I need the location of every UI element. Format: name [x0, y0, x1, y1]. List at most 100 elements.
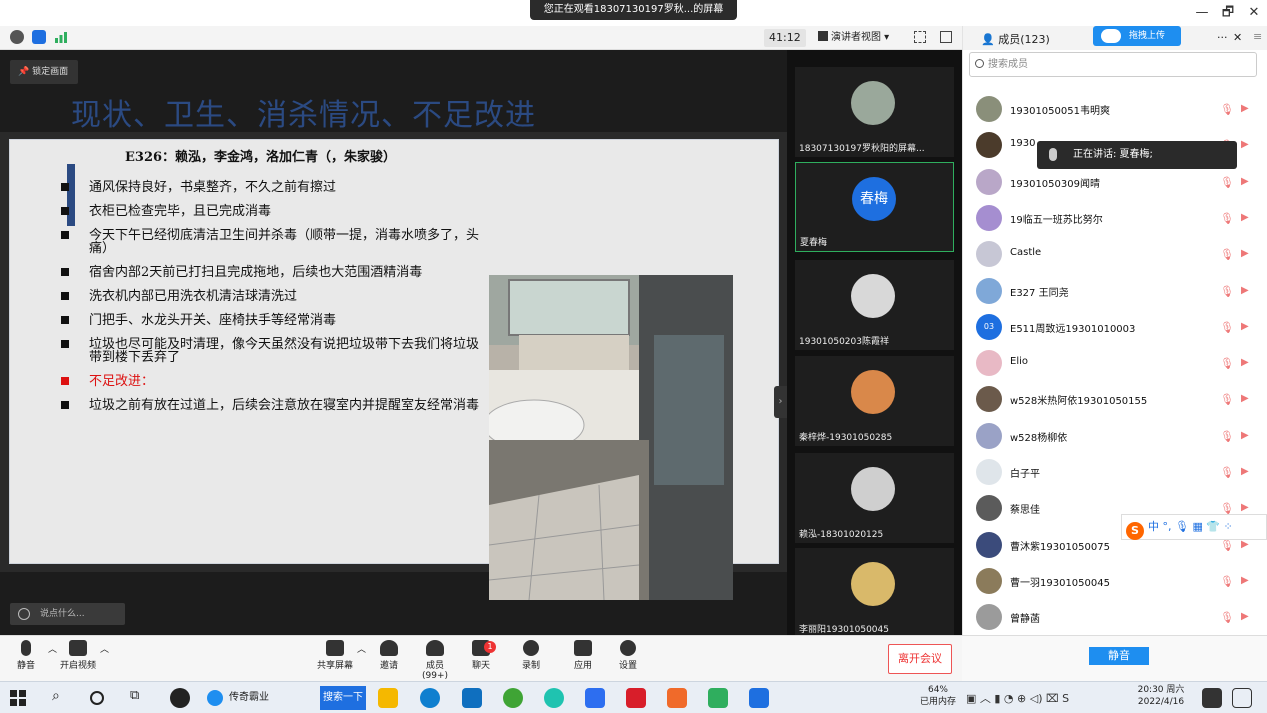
camera-off-icon[interactable]: ▶ — [1241, 176, 1249, 187]
video-tile[interactable]: 李丽阳19301050045 — [795, 548, 954, 638]
member-row[interactable]: Elio 🎙 ▶ — [963, 346, 1267, 382]
member-row[interactable]: 白子平 🎙 ▶ — [963, 455, 1267, 491]
mic-muted-icon[interactable]: 🎙 — [1220, 212, 1234, 225]
action-center-icon[interactable] — [1232, 688, 1252, 708]
video-tile[interactable]: 秦梓烨-19301050285 — [795, 356, 954, 446]
video-tile[interactable]: 18307130197罗秋阳的屏幕... — [795, 67, 954, 157]
camera-off-icon[interactable]: ▶ — [1241, 611, 1249, 622]
ie-icon[interactable] — [503, 688, 523, 708]
mic-muted-icon[interactable]: 🎙 — [1220, 357, 1234, 370]
member-row[interactable]: Castle 🎙 ▶ — [963, 237, 1267, 273]
chat-input-hint[interactable]: 说点什么... — [10, 603, 125, 625]
ime-toolbar[interactable]: S 中 °, 🎙 ▦ 👕 ⁘ — [1121, 514, 1267, 540]
camera-off-icon[interactable]: ▶ — [1241, 139, 1249, 150]
taskbar-search-button[interactable]: 搜索一下 — [320, 686, 366, 710]
mic-muted-icon[interactable]: 🎙 — [1220, 321, 1234, 334]
fullscreen-icon[interactable] — [914, 31, 926, 43]
mic-muted-icon[interactable]: 🎙 — [1220, 285, 1234, 298]
layout-icon[interactable] — [940, 31, 952, 43]
netease-music-icon[interactable] — [626, 688, 646, 708]
collapse-strip-button[interactable]: › — [774, 386, 787, 418]
member-row[interactable]: 19301050051韦明爽 🎙 ▶ — [963, 92, 1267, 128]
camera-off-icon[interactable]: ▶ — [1241, 393, 1249, 404]
system-clock[interactable]: 20:30 周六 2022/4/16 — [1130, 684, 1192, 708]
member-row[interactable]: 曹一羽19301050045 🎙 ▶ — [963, 564, 1267, 600]
windows-start-icon[interactable] — [10, 690, 26, 706]
camera-off-icon[interactable]: ▶ — [1241, 103, 1249, 114]
memory-usage[interactable]: 64% 已用内存 — [916, 684, 960, 708]
cortana-icon[interactable] — [90, 691, 104, 705]
lock-view-button[interactable]: 📌 锁定画面 — [10, 60, 79, 84]
mute-all-button[interactable]: 静音 — [1089, 647, 1149, 665]
mic-muted-icon[interactable]: 🎙 — [1220, 539, 1234, 552]
share-options-icon[interactable]: ︿ — [357, 642, 366, 655]
viewing-banner[interactable]: 您正在观看18307130197罗秋...的屏幕 — [530, 0, 737, 20]
settings-button[interactable]: 设置 — [606, 640, 650, 671]
notification-badge-icon[interactable] — [1202, 688, 1222, 708]
video-options-icon[interactable]: ︿ — [100, 642, 109, 655]
camera-off-icon[interactable]: ▶ — [1241, 285, 1249, 296]
camera-off-icon[interactable]: ▶ — [1241, 575, 1249, 586]
mic-muted-icon[interactable]: 🎙 — [1220, 393, 1234, 406]
menu-icon[interactable]: ≡ — [1253, 30, 1262, 43]
camera-off-icon[interactable]: ▶ — [1241, 502, 1249, 513]
signal-icon[interactable] — [54, 30, 68, 44]
mic-muted-icon[interactable]: 🎙 — [1220, 248, 1234, 261]
member-row[interactable]: 19301050309闻晴 🎙 ▶ — [963, 165, 1267, 201]
members-button[interactable]: 成员(99+) — [413, 640, 457, 681]
mail-icon[interactable] — [462, 688, 482, 708]
wechat-icon[interactable] — [708, 688, 728, 708]
edge-icon[interactable] — [420, 688, 440, 708]
member-row[interactable]: 曾静菡 🎙 ▶ — [963, 600, 1267, 636]
browser-360-icon[interactable] — [544, 688, 564, 708]
camera-off-icon[interactable]: ▶ — [1241, 321, 1249, 332]
share-screen-button[interactable]: 共享屏幕 — [313, 640, 357, 671]
browser-task[interactable]: 传奇霸业 — [203, 686, 315, 710]
tencent-meeting-icon[interactable] — [585, 688, 605, 708]
chat-button[interactable]: 聊天 — [459, 640, 503, 671]
video-tile[interactable]: 赖泓-18301020125 — [795, 453, 954, 543]
close-panel-button[interactable]: ✕ — [1233, 31, 1242, 44]
info-icon[interactable] — [10, 30, 24, 44]
leave-meeting-button[interactable]: 离开会议 — [888, 644, 952, 674]
photos-icon[interactable] — [749, 688, 769, 708]
member-search-input[interactable]: 搜索成员 — [969, 52, 1257, 77]
camera-off-icon[interactable]: ▶ — [1241, 248, 1249, 259]
video-player-icon[interactable] — [667, 688, 687, 708]
camera-off-icon[interactable]: ▶ — [1241, 539, 1249, 550]
presenter-view-dropdown[interactable]: 演讲者视图 ▾ — [818, 29, 889, 47]
tray-icons[interactable]: ▣ ︿ ▮ ◔ ⊕ ◁) ⌧ S — [966, 690, 1069, 706]
camera-off-icon[interactable]: ▶ — [1241, 466, 1249, 477]
apps-button[interactable]: 应用 — [561, 640, 605, 671]
mic-muted-icon[interactable]: 🎙 — [1220, 430, 1234, 443]
app-icon-1[interactable] — [170, 688, 190, 708]
member-row[interactable]: 19临五一班苏比努尔 🎙 ▶ — [963, 201, 1267, 237]
member-row[interactable]: w528米热阿依19301050155 🎙 ▶ — [963, 382, 1267, 418]
task-view-icon[interactable]: ⧉ — [130, 688, 150, 708]
member-row[interactable]: E327 王同尧 🎙 ▶ — [963, 274, 1267, 310]
camera-off-icon[interactable]: ▶ — [1241, 212, 1249, 223]
more-button[interactable]: ··· — [1217, 31, 1228, 44]
camera-off-icon[interactable]: ▶ — [1241, 430, 1249, 441]
record-button[interactable]: 录制 — [509, 640, 553, 671]
mic-muted-icon[interactable]: 🎙 — [1220, 176, 1234, 189]
mic-muted-icon[interactable]: 🎙 — [1220, 611, 1234, 624]
invite-button[interactable]: 邀请 — [367, 640, 411, 671]
video-tile[interactable]: 春梅 夏春梅 — [795, 162, 954, 252]
search-icon[interactable]: ⌕ — [52, 688, 72, 708]
minimize-button[interactable]: — — [1192, 4, 1212, 22]
mic-muted-icon[interactable]: 🎙 — [1220, 575, 1234, 588]
mute-button[interactable]: 静音 — [4, 640, 48, 671]
camera-off-icon[interactable]: ▶ — [1241, 357, 1249, 368]
drag-upload-button[interactable]: 拖拽上传 — [1093, 26, 1181, 46]
file-explorer-icon[interactable] — [378, 688, 398, 708]
mic-muted-icon[interactable]: 🎙 — [1220, 466, 1234, 479]
video-tile[interactable]: 19301050203陈霞祥 — [795, 260, 954, 350]
member-row[interactable]: w528杨柳依 🎙 ▶ — [963, 419, 1267, 455]
member-row[interactable]: 03 E511周致远19301010003 🎙 ▶ — [963, 310, 1267, 346]
close-window-button[interactable]: ✕ — [1244, 4, 1264, 22]
shield-icon[interactable] — [32, 30, 46, 44]
start-video-button[interactable]: 开启视频 — [56, 640, 100, 671]
restore-button[interactable]: 🗗 — [1218, 4, 1238, 22]
mic-muted-icon[interactable]: 🎙 — [1220, 103, 1234, 116]
